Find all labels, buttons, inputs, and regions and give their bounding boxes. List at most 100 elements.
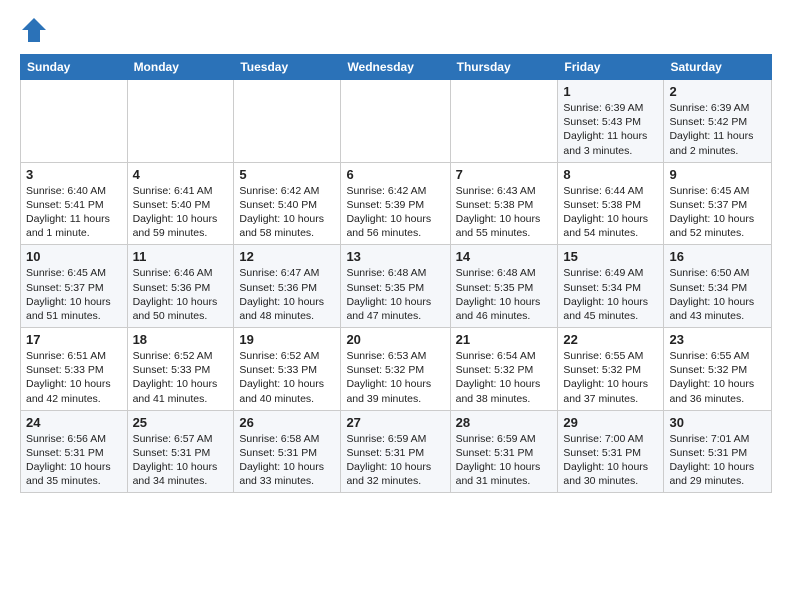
cell-info: Sunrise: 6:40 AM bbox=[26, 184, 122, 198]
calendar-cell: 23Sunrise: 6:55 AMSunset: 5:32 PMDayligh… bbox=[664, 328, 772, 411]
cell-info: Sunset: 5:35 PM bbox=[346, 281, 444, 295]
calendar-cell: 5Sunrise: 6:42 AMSunset: 5:40 PMDaylight… bbox=[234, 162, 341, 245]
cell-info: Sunset: 5:40 PM bbox=[133, 198, 229, 212]
cell-info: Sunrise: 6:55 AM bbox=[563, 349, 658, 363]
calendar-week-1: 1Sunrise: 6:39 AMSunset: 5:43 PMDaylight… bbox=[21, 80, 772, 163]
cell-info: Sunset: 5:38 PM bbox=[456, 198, 553, 212]
cell-info: Daylight: 10 hours and 41 minutes. bbox=[133, 377, 229, 405]
cell-info: Sunset: 5:37 PM bbox=[26, 281, 122, 295]
day-number: 18 bbox=[133, 332, 229, 347]
cell-info: Sunrise: 6:54 AM bbox=[456, 349, 553, 363]
cell-info: Sunrise: 6:45 AM bbox=[669, 184, 766, 198]
day-number: 8 bbox=[563, 167, 658, 182]
cell-info: Sunset: 5:34 PM bbox=[563, 281, 658, 295]
calendar-cell: 11Sunrise: 6:46 AMSunset: 5:36 PMDayligh… bbox=[127, 245, 234, 328]
weekday-header-row: SundayMondayTuesdayWednesdayThursdayFrid… bbox=[21, 55, 772, 80]
calendar-cell: 22 Sunrise: 6:55 AMSunset: 5:32 PMDayligh… bbox=[558, 328, 664, 411]
cell-info: Sunrise: 6:53 AM bbox=[346, 349, 444, 363]
calendar-table: SundayMondayTuesdayWednesdayThursdayFrid… bbox=[20, 54, 772, 493]
cell-info: Sunset: 5:38 PM bbox=[563, 198, 658, 212]
day-number: 17 bbox=[26, 332, 122, 347]
cell-info: Daylight: 10 hours and 33 minutes. bbox=[239, 460, 335, 488]
day-number: 15 bbox=[563, 249, 658, 264]
cell-info: Daylight: 10 hours and 59 minutes. bbox=[133, 212, 229, 240]
cell-info: Sunset: 5:31 PM bbox=[239, 446, 335, 460]
cell-info: Sunset: 5:32 PM bbox=[346, 363, 444, 377]
calendar-cell: 30Sunrise: 7:01 AMSunset: 5:31 PMDayligh… bbox=[664, 410, 772, 493]
logo bbox=[20, 16, 52, 44]
cell-info: Sunrise: 6:39 AM bbox=[669, 101, 766, 115]
day-number: 12 bbox=[239, 249, 335, 264]
cell-info: Sunset: 5:31 PM bbox=[669, 446, 766, 460]
calendar-cell: 27Sunrise: 6:59 AMSunset: 5:31 PMDayligh… bbox=[341, 410, 450, 493]
calendar-cell: 8Sunrise: 6:44 AMSunset: 5:38 PMDaylight… bbox=[558, 162, 664, 245]
cell-info: Sunrise: 6:51 AM bbox=[26, 349, 122, 363]
calendar-cell bbox=[234, 80, 341, 163]
day-number: 6 bbox=[346, 167, 444, 182]
calendar-cell: 1Sunrise: 6:39 AMSunset: 5:43 PMDaylight… bbox=[558, 80, 664, 163]
day-number: 23 bbox=[669, 332, 766, 347]
cell-info: Daylight: 11 hours and 3 minutes. bbox=[563, 129, 658, 157]
cell-info: Daylight: 10 hours and 37 minutes. bbox=[563, 377, 658, 405]
day-number: 13 bbox=[346, 249, 444, 264]
weekday-header-sunday: Sunday bbox=[21, 55, 128, 80]
day-number: 3 bbox=[26, 167, 122, 182]
cell-info: Sunset: 5:33 PM bbox=[26, 363, 122, 377]
day-number: 25 bbox=[133, 415, 229, 430]
weekday-header-tuesday: Tuesday bbox=[234, 55, 341, 80]
calendar-cell bbox=[341, 80, 450, 163]
calendar-cell bbox=[450, 80, 558, 163]
day-number: 27 bbox=[346, 415, 444, 430]
calendar-cell: 6Sunrise: 6:42 AMSunset: 5:39 PMDaylight… bbox=[341, 162, 450, 245]
calendar-cell: 3Sunrise: 6:40 AMSunset: 5:41 PMDaylight… bbox=[21, 162, 128, 245]
cell-info: Sunset: 5:32 PM bbox=[563, 363, 658, 377]
day-number: 2 bbox=[669, 84, 766, 99]
calendar-cell: 26Sunrise: 6:58 AMSunset: 5:31 PMDayligh… bbox=[234, 410, 341, 493]
weekday-header-saturday: Saturday bbox=[664, 55, 772, 80]
day-number: 5 bbox=[239, 167, 335, 182]
day-number: 1 bbox=[563, 84, 658, 99]
calendar-cell: 25Sunrise: 6:57 AMSunset: 5:31 PMDayligh… bbox=[127, 410, 234, 493]
cell-info: Sunrise: 6:44 AM bbox=[563, 184, 658, 198]
day-number: 29 bbox=[563, 415, 658, 430]
day-number: 24 bbox=[26, 415, 122, 430]
cell-info: Daylight: 10 hours and 55 minutes. bbox=[456, 212, 553, 240]
cell-info: Daylight: 10 hours and 35 minutes. bbox=[26, 460, 122, 488]
cell-info: Sunset: 5:33 PM bbox=[239, 363, 335, 377]
cell-info: Sunrise: 6:45 AM bbox=[26, 266, 122, 280]
cell-info: Sunset: 5:34 PM bbox=[669, 281, 766, 295]
cell-info: Sunset: 5:39 PM bbox=[346, 198, 444, 212]
cell-info: Sunrise: 6:48 AM bbox=[456, 266, 553, 280]
calendar-cell: 4Sunrise: 6:41 AMSunset: 5:40 PMDaylight… bbox=[127, 162, 234, 245]
cell-info: Daylight: 10 hours and 58 minutes. bbox=[239, 212, 335, 240]
cell-info: Daylight: 10 hours and 46 minutes. bbox=[456, 295, 553, 323]
cell-info: Daylight: 10 hours and 34 minutes. bbox=[133, 460, 229, 488]
calendar-cell bbox=[127, 80, 234, 163]
cell-info: Sunrise: 6:39 AM bbox=[563, 101, 658, 115]
day-number: 9 bbox=[669, 167, 766, 182]
cell-info: Daylight: 10 hours and 51 minutes. bbox=[26, 295, 122, 323]
calendar-week-2: 3Sunrise: 6:40 AMSunset: 5:41 PMDaylight… bbox=[21, 162, 772, 245]
day-number: 4 bbox=[133, 167, 229, 182]
cell-info: Sunset: 5:32 PM bbox=[456, 363, 553, 377]
cell-info: Daylight: 10 hours and 39 minutes. bbox=[346, 377, 444, 405]
cell-info: Sunrise: 6:56 AM bbox=[26, 432, 122, 446]
cell-info: Sunset: 5:31 PM bbox=[133, 446, 229, 460]
day-number: 22 bbox=[563, 332, 658, 347]
calendar-cell: 16Sunrise: 6:50 AMSunset: 5:34 PMDayligh… bbox=[664, 245, 772, 328]
cell-info: Sunrise: 6:58 AM bbox=[239, 432, 335, 446]
calendar-cell: 21Sunrise: 6:54 AMSunset: 5:32 PMDayligh… bbox=[450, 328, 558, 411]
cell-info: Sunset: 5:32 PM bbox=[669, 363, 766, 377]
cell-info: Sunrise: 6:42 AM bbox=[346, 184, 444, 198]
cell-info: Daylight: 10 hours and 32 minutes. bbox=[346, 460, 444, 488]
calendar-header: SundayMondayTuesdayWednesdayThursdayFrid… bbox=[21, 55, 772, 80]
cell-info: Daylight: 10 hours and 31 minutes. bbox=[456, 460, 553, 488]
calendar-week-4: 17Sunrise: 6:51 AMSunset: 5:33 PMDayligh… bbox=[21, 328, 772, 411]
calendar-week-3: 10Sunrise: 6:45 AMSunset: 5:37 PMDayligh… bbox=[21, 245, 772, 328]
cell-info: Sunrise: 6:48 AM bbox=[346, 266, 444, 280]
cell-info: Sunset: 5:31 PM bbox=[346, 446, 444, 460]
cell-info: Sunset: 5:31 PM bbox=[26, 446, 122, 460]
calendar-cell: 2Sunrise: 6:39 AMSunset: 5:42 PMDaylight… bbox=[664, 80, 772, 163]
cell-info: Sunrise: 6:46 AM bbox=[133, 266, 229, 280]
cell-info: Daylight: 10 hours and 50 minutes. bbox=[133, 295, 229, 323]
